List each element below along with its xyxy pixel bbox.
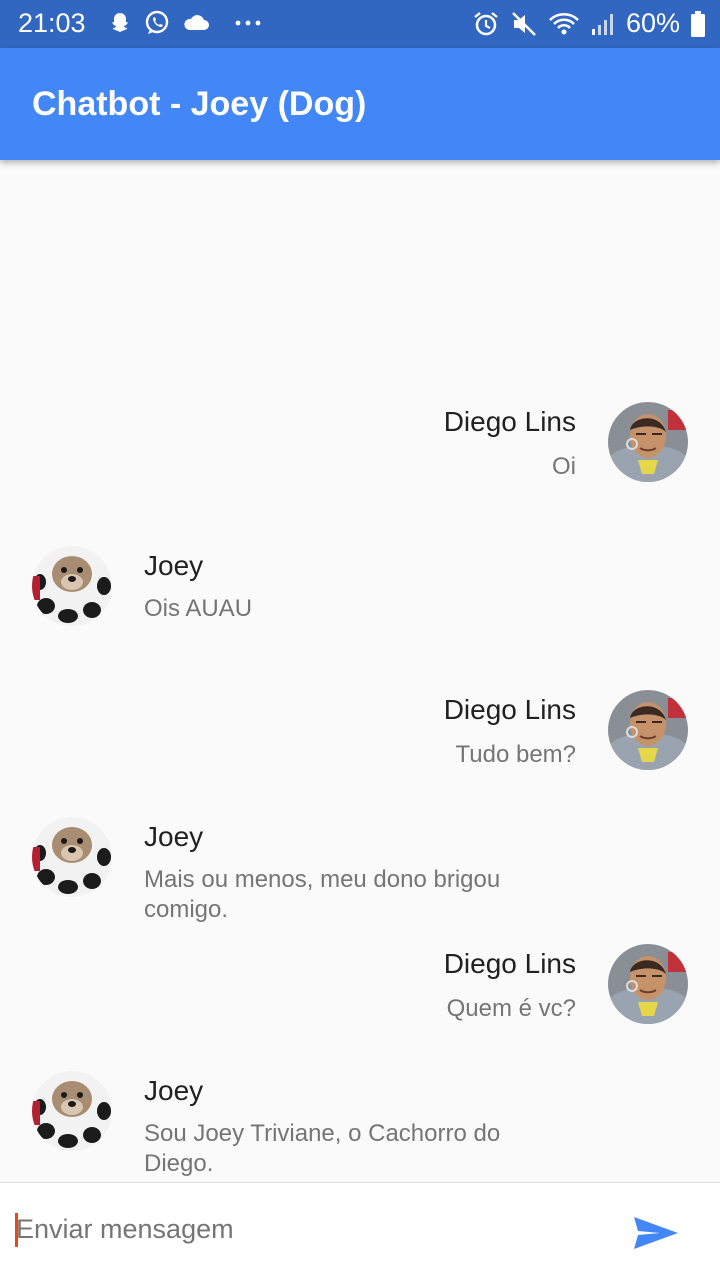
message-sender: Joey [144,821,204,852]
status-right-icons: 60% [472,8,706,39]
status-bar: 21:03 60% [0,0,720,48]
page-title: Chatbot - Joey (Dog) [32,85,367,123]
message-sender: Diego Lins [443,694,576,725]
alarm-icon [474,11,498,35]
signal-icon [591,13,613,35]
message-text: Ois AUAU [144,595,253,622]
message-text: Mais ou menos, meu dono brigou comigo. [144,866,501,923]
message-sender: Diego Lins [443,948,576,979]
app-bar: Chatbot - Joey (Dog) [0,48,720,160]
message-sender: Diego Lins [443,406,576,437]
avatar-bot[interactable] [32,546,112,626]
send-button[interactable] [628,1209,684,1257]
send-icon [634,1217,678,1249]
status-time: 21:03 [18,8,86,38]
whatsapp-icon [145,10,169,34]
message-text: Sou Joey Triviane, o Cachorro do Diego. [144,1120,501,1177]
message-text: Tudo bem? [455,741,576,768]
battery-percent: 60% [625,8,680,38]
mute-icon [512,11,536,36]
snapchat-icon [112,13,128,32]
message-sender: Joey [144,550,204,581]
more-icon [235,20,261,26]
message-text: Quem é vc? [446,995,576,1022]
status-left-icons [108,10,264,36]
message-list[interactable]: Diego Lins Oi Joey Ois AUAU Diego Lins T… [0,160,720,1182]
text-caret [15,1213,18,1247]
avatar-bot[interactable] [32,1071,112,1151]
message-text: Oi [552,453,576,480]
composer [0,1182,720,1281]
cloud-icon [184,15,209,30]
battery-icon [691,10,705,37]
avatar-bot[interactable] [32,817,112,897]
message-input[interactable] [16,1209,596,1249]
avatar-user[interactable] [608,402,688,482]
avatar-user[interactable] [608,690,688,770]
wifi-icon [549,12,579,34]
avatar-user[interactable] [608,944,688,1024]
message-sender: Joey [144,1075,204,1106]
